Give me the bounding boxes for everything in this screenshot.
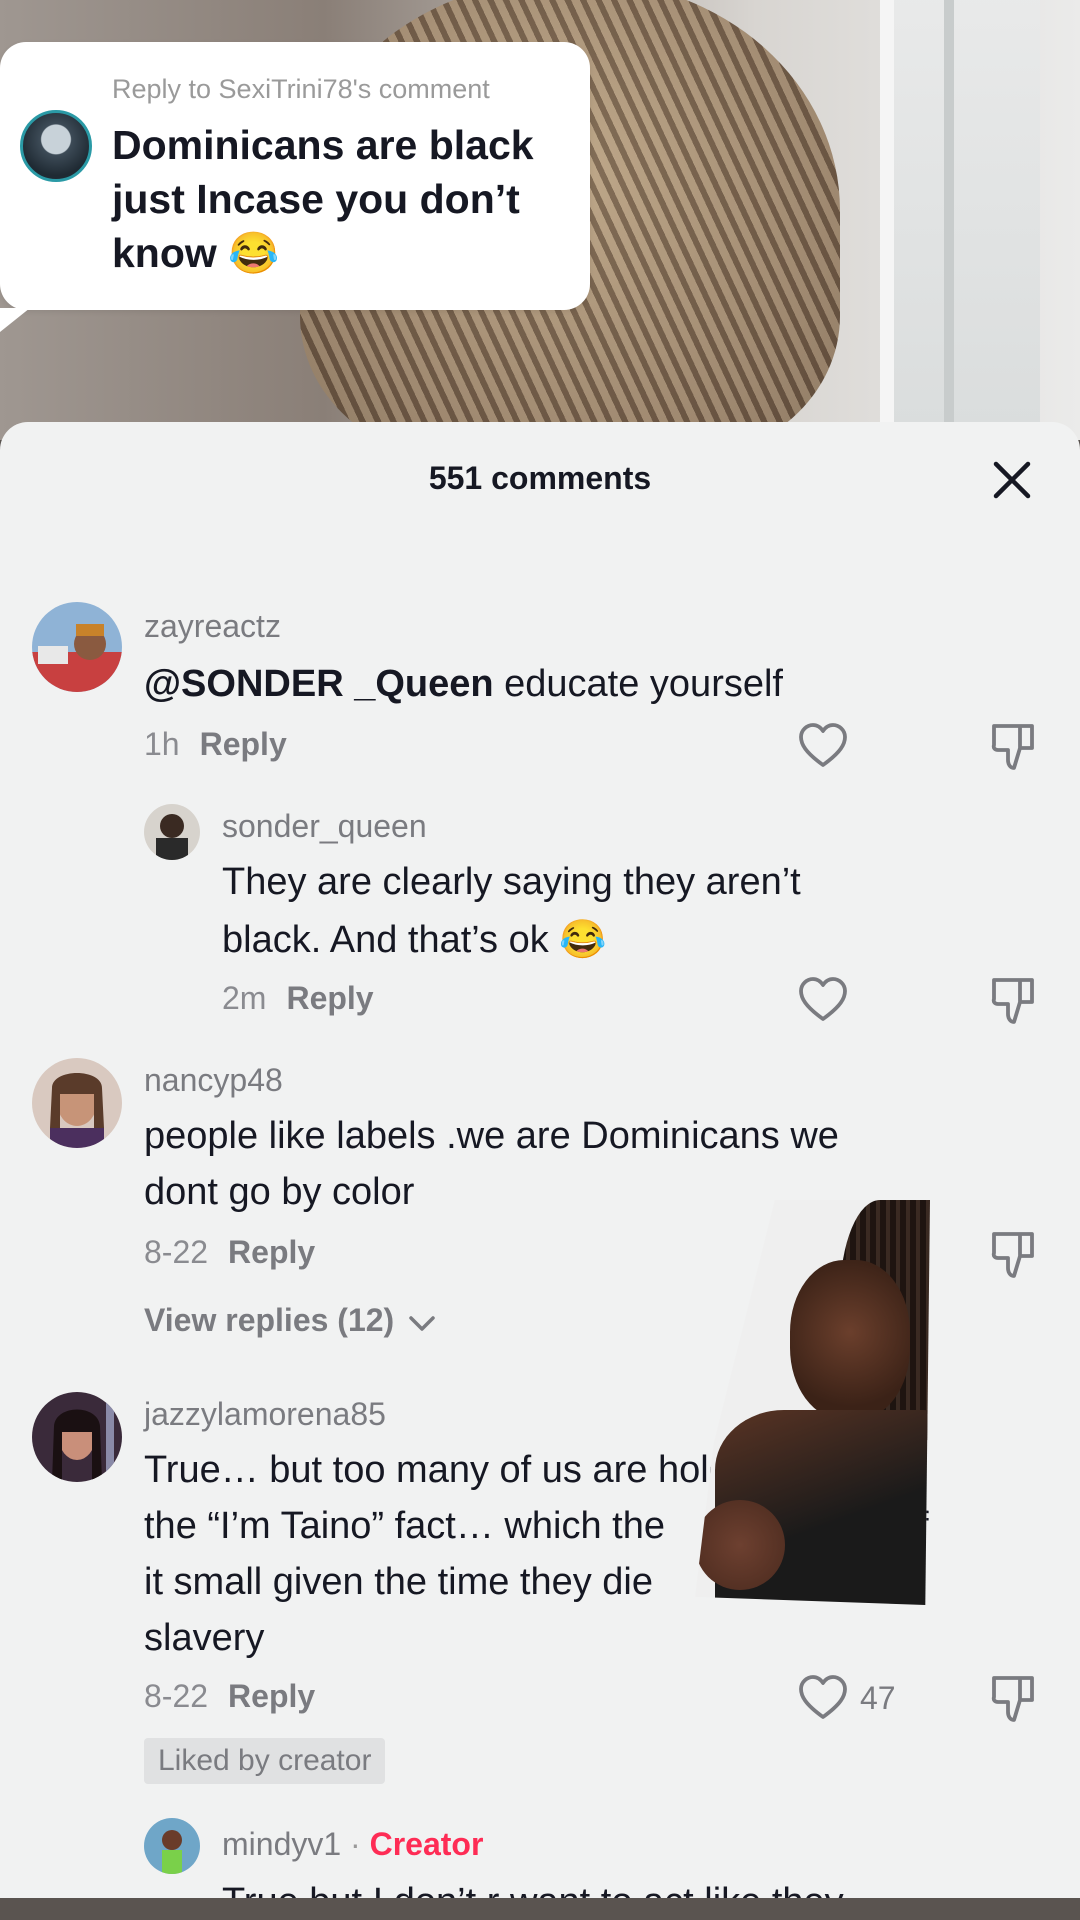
comment-meta: 8-22 Reply xyxy=(144,1234,315,1271)
mention-link[interactable]: @SONDER _Queen xyxy=(144,663,494,705)
comment-text-line: They are clearly saying they aren’t xyxy=(222,861,801,903)
reply-button[interactable]: Reply xyxy=(200,726,287,762)
video-window xyxy=(880,0,1040,440)
reply-to-label: Reply to SexiTrini78's comment xyxy=(112,74,490,104)
view-replies-label: View replies (12) xyxy=(144,1302,395,1338)
comment-text-line: dont go by color xyxy=(144,1171,415,1213)
comment-username[interactable]: nancyp48 xyxy=(144,1062,283,1099)
comment-text-line: it small given the time they die xyxy=(144,1561,654,1603)
liked-by-creator-badge: Liked by creator xyxy=(144,1738,386,1784)
comment-meta: 1h Reply xyxy=(144,726,287,763)
avatar[interactable] xyxy=(32,1058,122,1148)
comment-meta: 8-22 Reply xyxy=(144,1678,315,1715)
view-replies-button[interactable]: View replies (12) xyxy=(144,1302,437,1339)
comment-text-line: the “I’m Taino” fact… which the xyxy=(144,1505,665,1547)
creator-label: Creator xyxy=(369,1826,484,1862)
comment-text-line: slavery xyxy=(144,1617,265,1659)
comments-sheet: 551 comments zayreactz @SONDER _Queen ed… xyxy=(0,422,1080,1898)
comment-body: educate yourself xyxy=(504,663,783,705)
comment-time: 2m xyxy=(222,980,267,1016)
comment-username[interactable]: zayreactz xyxy=(144,608,281,645)
avatar[interactable] xyxy=(32,1392,122,1482)
comment-username-row: mindyv1 · Creator xyxy=(222,1826,483,1863)
comment-time: 8-22 xyxy=(144,1234,209,1270)
overlay-hand xyxy=(695,1500,785,1590)
reply-button[interactable]: Reply xyxy=(228,1678,315,1714)
reply-button[interactable]: Reply xyxy=(286,980,373,1016)
avatar[interactable] xyxy=(32,602,122,692)
comment-text-line: people like labels .we are Dominicans we xyxy=(144,1115,839,1157)
avatar[interactable] xyxy=(144,1818,200,1874)
comment-text: @SONDER _Queen educate yourself xyxy=(144,656,783,712)
reply-comment-sticker[interactable]: Reply to SexiTrini78's comment Dominican… xyxy=(0,42,590,332)
heart-icon[interactable] xyxy=(795,1670,851,1726)
comment-username[interactable]: jazzylamorena85 xyxy=(144,1396,386,1433)
comment-time: 1h xyxy=(144,726,180,762)
dislike-icon[interactable] xyxy=(986,972,1042,1028)
overlay-face xyxy=(790,1260,910,1420)
heart-icon[interactable] xyxy=(795,718,851,774)
reply-button[interactable]: Reply xyxy=(228,1234,315,1270)
chevron-down-icon xyxy=(409,1315,435,1331)
comment-text-line: True… but too many of us are holdin xyxy=(144,1449,760,1491)
separator-dot: · xyxy=(350,1826,361,1862)
comment-text-line: black. And that’s ok 😂 xyxy=(222,919,607,961)
avatar xyxy=(20,110,92,182)
close-icon[interactable] xyxy=(984,452,1040,508)
dislike-icon[interactable] xyxy=(986,718,1042,774)
avatar[interactable] xyxy=(144,804,200,860)
comment-meta: 2m Reply xyxy=(222,980,374,1017)
comment-time: 8-22 xyxy=(144,1678,209,1714)
comment-username[interactable]: mindyv1 xyxy=(222,1826,341,1862)
comment-text-line: True but I don’t r want to act like they xyxy=(222,1874,844,1898)
dislike-icon[interactable] xyxy=(986,1226,1042,1282)
dislike-icon[interactable] xyxy=(986,1670,1042,1726)
heart-icon[interactable] xyxy=(795,972,851,1028)
comment-username[interactable]: sonder_queen xyxy=(222,808,427,845)
like-count: 47 xyxy=(860,1680,896,1716)
reply-comment-text: Dominicans are black just Incase you don… xyxy=(112,122,534,276)
comments-count-title: 551 comments xyxy=(428,460,652,496)
